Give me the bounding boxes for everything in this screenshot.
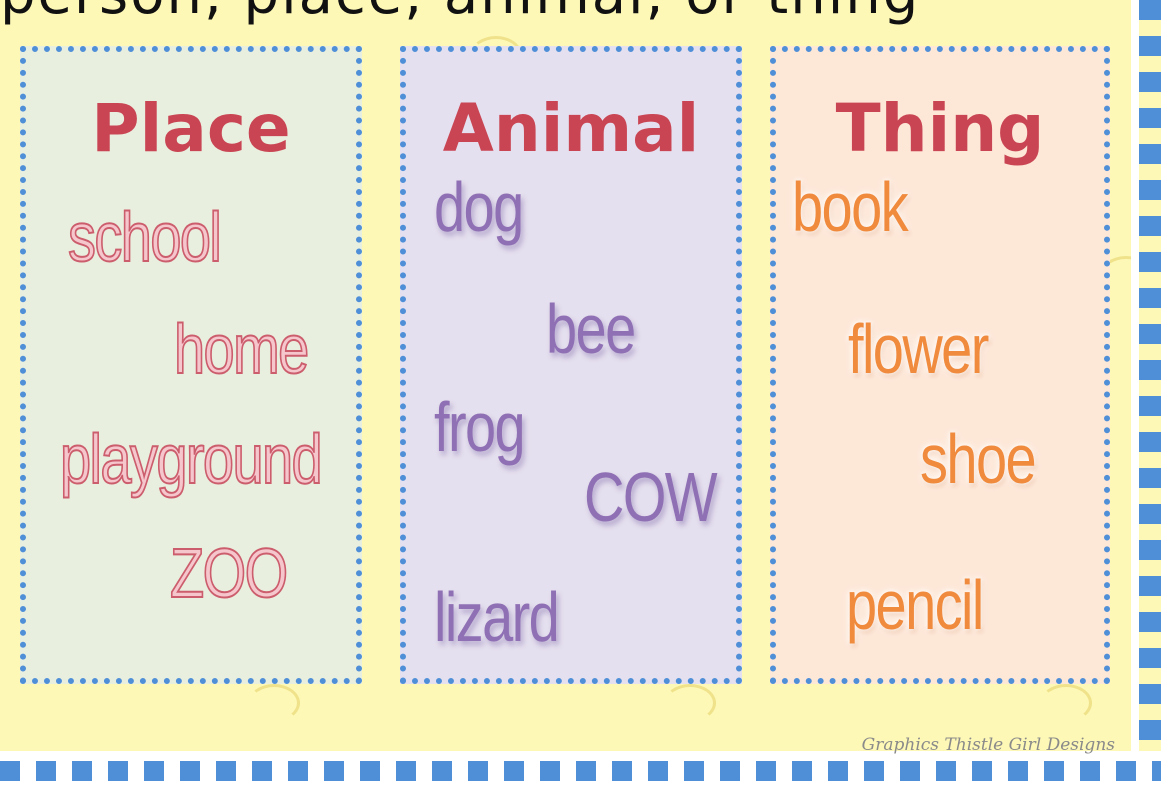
column-heading: Animal [442, 90, 700, 167]
word-item: flower [848, 310, 989, 388]
swirl-decoration [248, 684, 300, 722]
word-item: dog [434, 168, 524, 246]
swirl-decoration [664, 684, 716, 722]
word-item: COW [584, 458, 718, 536]
word-item: playground [59, 420, 323, 498]
bottom-dashed-border [0, 751, 1161, 793]
right-dashed-border [1139, 0, 1161, 760]
border-strip [1131, 0, 1139, 760]
word-item: home [173, 310, 310, 388]
word-item: pencil [846, 566, 984, 644]
word-item: lizard [434, 578, 560, 656]
word-item: ZOO [169, 534, 289, 612]
word-item: school [67, 198, 222, 276]
word-item: book [792, 168, 909, 246]
column-heading: Thing [835, 90, 1045, 167]
place-column: Place school home playground ZOO [20, 46, 362, 684]
column-heading: Place [91, 90, 291, 167]
credit-text: Graphics Thistle Girl Designs [861, 735, 1115, 755]
word-item: shoe [920, 420, 1037, 498]
word-item: bee [546, 290, 636, 368]
page-title: person, place, animal, or thing [0, 0, 920, 27]
animal-column: Animal dog bee frog COW lizard [400, 46, 742, 684]
swirl-decoration [1040, 684, 1092, 722]
thing-column: Thing book flower shoe pencil [770, 46, 1110, 684]
word-item: frog [434, 388, 526, 466]
